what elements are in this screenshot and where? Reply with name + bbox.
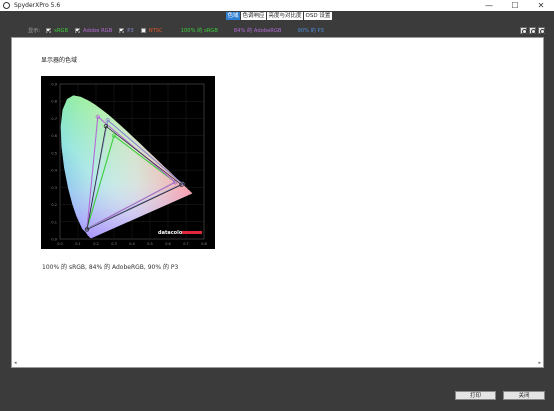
tab-osd-settings[interactable]: OSD 设置 (304, 12, 332, 20)
srgb-checkbox[interactable] (46, 28, 52, 33)
title-bar: SpyderXPro 5.6 — ☐ ✕ (0, 0, 554, 11)
window-title: SpyderXPro 5.6 (14, 2, 61, 9)
tab-gamut[interactable]: 色域 (226, 12, 241, 20)
x-tick-label: 0.6 (165, 242, 171, 246)
show-label: 显示: (28, 28, 41, 34)
close-window-button[interactable]: ✕ (528, 0, 554, 11)
app-logo-icon (3, 2, 10, 9)
view-tools (518, 27, 545, 34)
report-panel: 显示器的色域 0.9 0.8 0.7 0.6 0.5 0.4 0.3 0.2 0.1 0.0 0.0… (11, 37, 544, 368)
maximize-button[interactable]: ☐ (502, 0, 528, 11)
zoom-out-icon[interactable] (529, 27, 536, 34)
gamut-toolbar: 显示: sRGB Adobe RGB P3 NTSC 100% 的 sRGB 8… (28, 26, 340, 35)
y-tick-label: 0.4 (51, 169, 57, 173)
window-controls: — ☐ ✕ (476, 0, 554, 11)
x-tick-label: 0.5 (147, 242, 153, 246)
y-tick-label: 0.3 (51, 186, 57, 190)
y-tick-label: 0.6 (51, 134, 57, 138)
y-tick-label: 0.9 (51, 83, 57, 87)
ntsc-label[interactable]: NTSC (149, 28, 163, 34)
gamut-result-text: 100% 的 sRGB, 84% 的 AdobeRGB, 90% 的 P3 (42, 264, 179, 271)
p3-coverage: 90% 的 P3 (297, 28, 324, 34)
p3-label[interactable]: P3 (127, 28, 133, 34)
datacolor-logo: datacolor (158, 230, 185, 236)
x-tick-label: 0.8 (201, 242, 207, 246)
x-tick-label: 0.4 (129, 242, 135, 246)
y-tick-label: 0.2 (51, 203, 57, 207)
srgb-label[interactable]: sRGB (54, 28, 68, 34)
cie-chart: 0.9 0.8 0.7 0.6 0.5 0.4 0.3 0.2 0.1 0.0 0.0 0.1 0.2 0… (41, 76, 215, 249)
close-button[interactable]: 关闭 (503, 391, 545, 400)
scroll-right-icon[interactable]: ▸ (538, 360, 541, 366)
tab-bar: 色域 色调响应 亮度与对比度 OSD 设置 (226, 12, 333, 20)
x-tick-label: 0.3 (111, 242, 117, 246)
y-tick-label: 0.0 (51, 238, 57, 242)
zoom-fit-icon[interactable] (538, 27, 545, 34)
x-tick-label: 0.2 (93, 242, 99, 246)
spectral-locus-light (60, 95, 193, 239)
tab-tone-response[interactable]: 色调响应 (241, 12, 267, 20)
page-title: 显示器的色域 (41, 57, 78, 64)
y-tick-label: 0.5 (51, 151, 57, 155)
tab-brightness-contrast[interactable]: 亮度与对比度 (267, 12, 304, 20)
x-tick-label: 0.7 (183, 242, 189, 246)
adobe-rgb-coverage: 84% 的 AdobeRGB (233, 28, 282, 34)
scroll-left-icon[interactable]: ◂ (14, 360, 17, 366)
y-tick-label: 0.1 (51, 220, 57, 224)
minimize-button[interactable]: — (476, 0, 502, 11)
srgb-coverage: 100% 的 sRGB (180, 28, 218, 34)
adobe-rgb-checkbox[interactable] (75, 28, 81, 33)
y-tick-label: 0.8 (51, 100, 57, 104)
x-tick-label: 0.0 (57, 242, 63, 246)
datacolor-logo-bar (182, 231, 202, 234)
cie-diagram-svg: 0.9 0.8 0.7 0.6 0.5 0.4 0.3 0.2 0.1 0.00.0 0.1 0.2 0… (51, 83, 207, 247)
adobe-rgb-label[interactable]: Adobe RGB (83, 28, 112, 34)
zoom-in-icon[interactable] (520, 27, 527, 34)
print-button[interactable]: 打印 (455, 391, 496, 400)
x-tick-label: 0.1 (75, 242, 81, 246)
y-tick-label: 0.7 (51, 117, 57, 121)
p3-checkbox[interactable] (119, 28, 125, 33)
ntsc-checkbox[interactable] (140, 28, 146, 33)
